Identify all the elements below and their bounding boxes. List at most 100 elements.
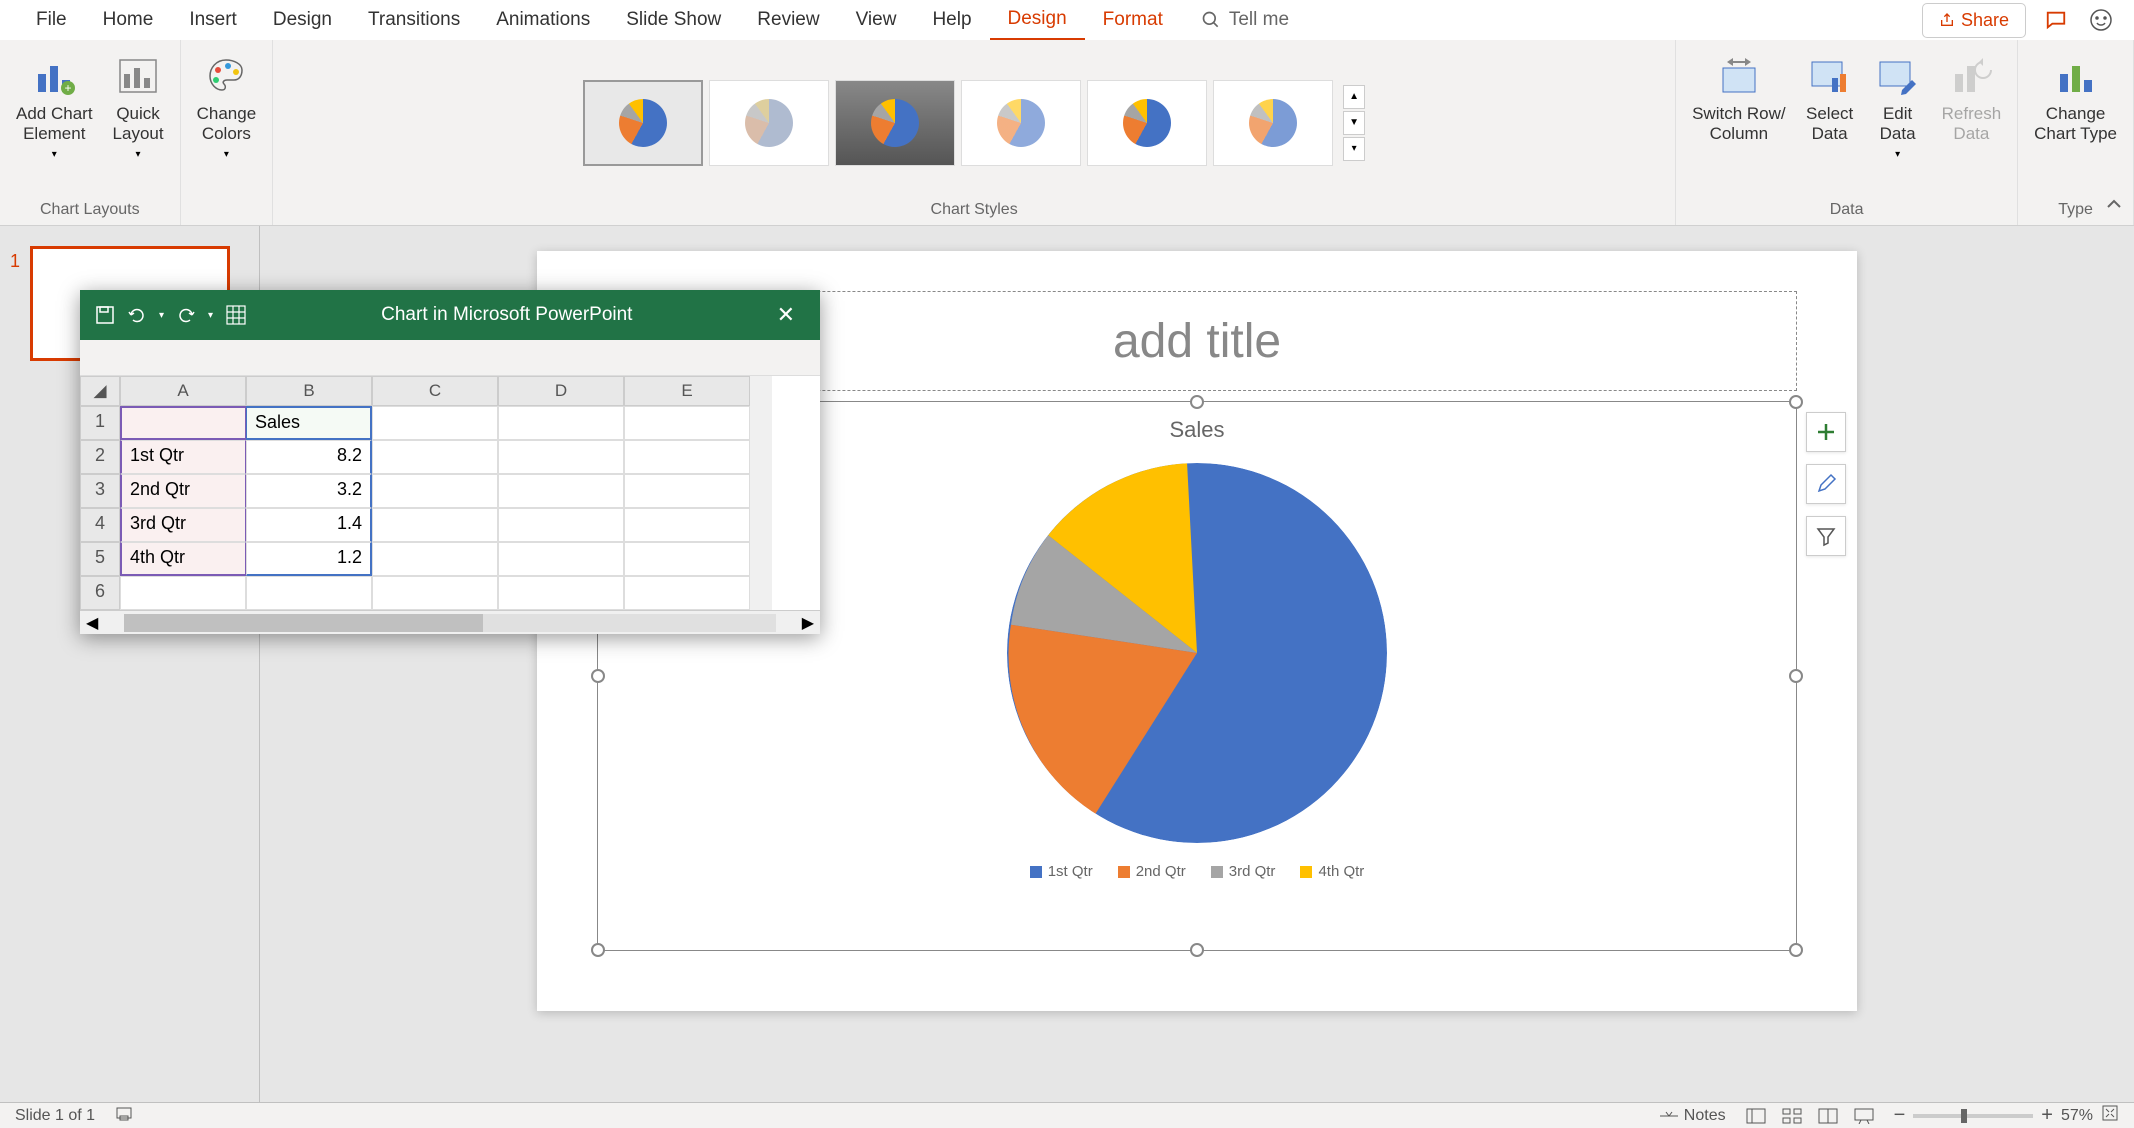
menu-chart-format[interactable]: Format bbox=[1085, 1, 1181, 39]
select-all-corner[interactable]: ◢ bbox=[80, 376, 120, 406]
cell-a4[interactable]: 3rd Qtr bbox=[120, 508, 246, 542]
chart-style-3[interactable] bbox=[835, 80, 955, 166]
row-header-2[interactable]: 2 bbox=[80, 440, 120, 474]
cell-a6[interactable] bbox=[120, 576, 246, 610]
refresh-data-button[interactable]: Refresh Data bbox=[1938, 48, 2006, 149]
cell-e3[interactable] bbox=[624, 474, 750, 508]
cell-c5[interactable] bbox=[372, 542, 498, 576]
cell-d6[interactable] bbox=[498, 576, 624, 610]
cell-b1[interactable]: Sales bbox=[246, 406, 372, 440]
notes-button[interactable]: Notes bbox=[1660, 1107, 1726, 1125]
accessibility-button[interactable] bbox=[115, 1104, 133, 1127]
feedback-button[interactable] bbox=[2086, 5, 2116, 35]
cell-a3[interactable]: 2nd Qtr bbox=[120, 474, 246, 508]
cell-e2[interactable] bbox=[624, 440, 750, 474]
grid-icon[interactable] bbox=[225, 304, 247, 326]
chart-styles-button[interactable] bbox=[1806, 464, 1846, 504]
excel-formula-bar[interactable] bbox=[80, 340, 820, 376]
edit-data-button[interactable]: Edit Data ▾ bbox=[1870, 48, 1926, 164]
cell-c2[interactable] bbox=[372, 440, 498, 474]
zoom-in-button[interactable]: + bbox=[2041, 1104, 2053, 1127]
menu-chart-design[interactable]: Design bbox=[990, 0, 1085, 41]
tell-me-search[interactable]: Tell me bbox=[1201, 9, 1289, 31]
cell-c6[interactable] bbox=[372, 576, 498, 610]
menu-slideshow[interactable]: Slide Show bbox=[608, 1, 739, 39]
cell-a2[interactable]: 1st Qtr bbox=[120, 440, 246, 474]
sorter-view-button[interactable] bbox=[1780, 1106, 1804, 1126]
menu-help[interactable]: Help bbox=[914, 1, 989, 39]
cell-a5[interactable]: 4th Qtr bbox=[120, 542, 246, 576]
row-header-6[interactable]: 6 bbox=[80, 576, 120, 610]
vertical-scrollbar[interactable] bbox=[750, 376, 772, 610]
cell-b2[interactable]: 8.2 bbox=[246, 440, 372, 474]
fit-to-window-button[interactable] bbox=[2101, 1104, 2119, 1127]
horizontal-scrollbar[interactable]: ◀ ▶ bbox=[80, 610, 820, 634]
menu-animations[interactable]: Animations bbox=[478, 1, 608, 39]
ribbon-collapse-button[interactable] bbox=[2106, 197, 2126, 217]
cell-e6[interactable] bbox=[624, 576, 750, 610]
select-data-button[interactable]: Select Data bbox=[1802, 48, 1858, 149]
menu-design[interactable]: Design bbox=[255, 1, 350, 39]
menu-insert[interactable]: Insert bbox=[171, 1, 255, 39]
col-header-b[interactable]: B bbox=[246, 376, 372, 406]
gallery-scroll-down[interactable]: ▼ bbox=[1343, 111, 1365, 135]
quick-layout-button[interactable]: Quick Layout ▾ bbox=[109, 48, 168, 164]
cell-d1[interactable] bbox=[498, 406, 624, 440]
menu-review[interactable]: Review bbox=[739, 1, 837, 39]
cell-e4[interactable] bbox=[624, 508, 750, 542]
chart-filters-button[interactable] bbox=[1806, 516, 1846, 556]
excel-titlebar[interactable]: ▾ ▾ Chart in Microsoft PowerPoint ✕ bbox=[80, 290, 820, 340]
menu-view[interactable]: View bbox=[838, 1, 915, 39]
cell-c1[interactable] bbox=[372, 406, 498, 440]
col-header-d[interactable]: D bbox=[498, 376, 624, 406]
normal-view-button[interactable] bbox=[1744, 1106, 1768, 1126]
cell-d2[interactable] bbox=[498, 440, 624, 474]
add-chart-element-button[interactable]: + Add Chart Element ▾ bbox=[12, 48, 97, 164]
zoom-out-button[interactable]: − bbox=[1894, 1104, 1906, 1127]
col-header-e[interactable]: E bbox=[624, 376, 750, 406]
cell-c4[interactable] bbox=[372, 508, 498, 542]
cell-b4[interactable]: 1.4 bbox=[246, 508, 372, 542]
chart-legend[interactable]: 1st Qtr 2nd Qtr 3rd Qtr 4th Qtr bbox=[598, 863, 1796, 880]
share-button[interactable]: Share bbox=[1922, 3, 2026, 38]
excel-close-button[interactable]: ✕ bbox=[767, 302, 805, 328]
redo-icon[interactable] bbox=[176, 305, 196, 325]
gallery-more[interactable]: ▾ bbox=[1343, 137, 1365, 161]
col-header-c[interactable]: C bbox=[372, 376, 498, 406]
chart-style-5[interactable] bbox=[1087, 80, 1207, 166]
cell-d3[interactable] bbox=[498, 474, 624, 508]
cell-e5[interactable] bbox=[624, 542, 750, 576]
reading-view-button[interactable] bbox=[1816, 1106, 1840, 1126]
chart-elements-button[interactable] bbox=[1806, 412, 1846, 452]
cell-e1[interactable] bbox=[624, 406, 750, 440]
row-header-3[interactable]: 3 bbox=[80, 474, 120, 508]
chart-style-2[interactable] bbox=[709, 80, 829, 166]
row-header-5[interactable]: 5 bbox=[80, 542, 120, 576]
slideshow-view-button[interactable] bbox=[1852, 1106, 1876, 1126]
change-chart-type-button[interactable]: Change Chart Type bbox=[2030, 48, 2121, 149]
gallery-scroll-up[interactable]: ▲ bbox=[1343, 85, 1365, 109]
row-header-1[interactable]: 1 bbox=[80, 406, 120, 440]
row-header-4[interactable]: 4 bbox=[80, 508, 120, 542]
pie-chart[interactable] bbox=[1007, 463, 1387, 843]
menu-file[interactable]: File bbox=[18, 1, 85, 39]
zoom-level[interactable]: 57% bbox=[2061, 1107, 2093, 1125]
cell-c3[interactable] bbox=[372, 474, 498, 508]
chart-style-6[interactable] bbox=[1213, 80, 1333, 166]
cell-d5[interactable] bbox=[498, 542, 624, 576]
cell-b3[interactable]: 3.2 bbox=[246, 474, 372, 508]
chart-style-1[interactable] bbox=[583, 80, 703, 166]
cell-d4[interactable] bbox=[498, 508, 624, 542]
col-header-a[interactable]: A bbox=[120, 376, 246, 406]
cell-b6[interactable] bbox=[246, 576, 372, 610]
save-icon[interactable] bbox=[95, 305, 115, 325]
switch-row-column-button[interactable]: Switch Row/ Column bbox=[1688, 48, 1790, 149]
cell-a1[interactable] bbox=[120, 406, 246, 440]
change-colors-button[interactable]: Change Colors ▾ bbox=[193, 48, 261, 164]
chart-style-4[interactable] bbox=[961, 80, 1081, 166]
zoom-slider[interactable] bbox=[1913, 1114, 2033, 1118]
menu-transitions[interactable]: Transitions bbox=[350, 1, 478, 39]
comments-button[interactable] bbox=[2041, 5, 2071, 35]
cell-b5[interactable]: 1.2 bbox=[246, 542, 372, 576]
menu-home[interactable]: Home bbox=[85, 1, 172, 39]
